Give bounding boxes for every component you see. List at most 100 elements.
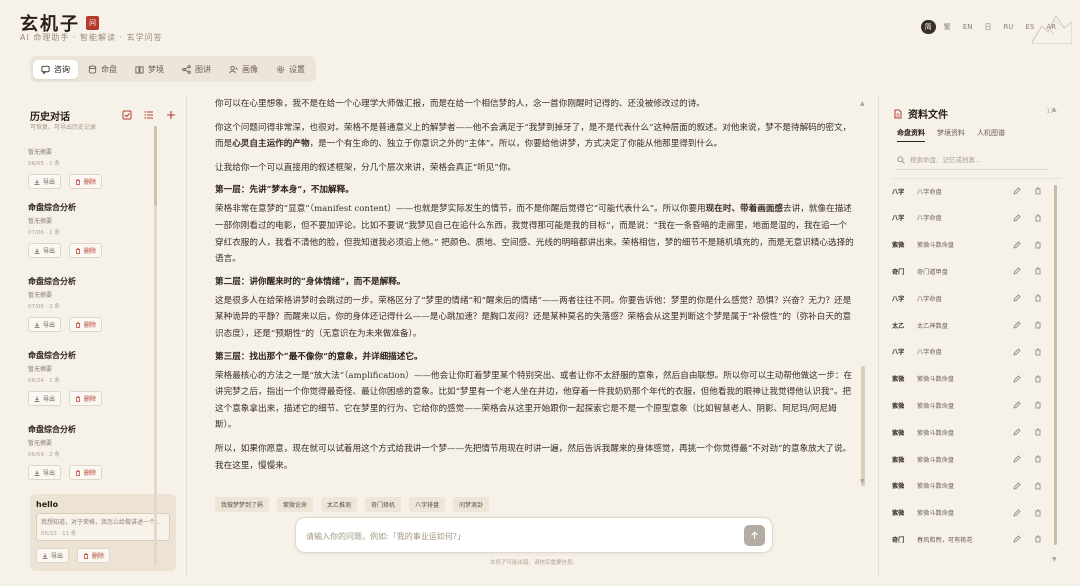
- file-row[interactable]: 紫微 紫微斗数命盘: [892, 395, 1042, 415]
- files-search-input[interactable]: [910, 155, 1040, 164]
- trash-icon[interactable]: [1034, 321, 1042, 329]
- seal-badge: 问: [86, 16, 99, 30]
- lang-ar[interactable]: AR: [1042, 21, 1060, 33]
- chat-scroll-thumb[interactable]: [861, 366, 865, 486]
- edit-pencil-icon[interactable]: [1013, 401, 1021, 409]
- trash-icon[interactable]: [1034, 401, 1042, 409]
- quick-prompt-chip[interactable]: 八字排盘: [409, 497, 446, 512]
- file-row[interactable]: 奇门 春风和煦，可有桃花: [892, 529, 1042, 549]
- tab-relation-graph[interactable]: 人机图谱: [977, 128, 1005, 142]
- export-button[interactable]: 导出: [28, 243, 62, 258]
- file-row[interactable]: 紫微 紫微斗数命盘: [892, 476, 1042, 496]
- edit-pencil-icon[interactable]: [1013, 348, 1021, 356]
- quick-prompt-chip[interactable]: 我做梦梦到了蚂: [215, 497, 270, 512]
- tab-chart-files[interactable]: 命盘资料: [897, 128, 925, 142]
- lang-zh-hans[interactable]: 简: [920, 20, 936, 34]
- file-row[interactable]: 奇门 奇门遁甲盘: [892, 261, 1042, 281]
- tab-portrait[interactable]: 画像: [221, 60, 266, 79]
- lang-ja[interactable]: 日: [980, 20, 995, 34]
- trash-icon[interactable]: [1034, 482, 1042, 490]
- export-button[interactable]: 导出: [36, 548, 70, 563]
- edit-pencil-icon[interactable]: [1013, 482, 1021, 490]
- chat-input[interactable]: [306, 527, 736, 545]
- checkbox-select-icon[interactable]: [122, 110, 132, 120]
- quick-prompt-chip[interactable]: 太乙推测: [321, 497, 358, 512]
- tab-settings[interactable]: 设置: [268, 60, 313, 79]
- delete-button[interactable]: 删除: [69, 243, 103, 258]
- export-button[interactable]: 导出: [28, 465, 62, 480]
- lang-zh-hant[interactable]: 繁: [940, 20, 955, 34]
- file-row[interactable]: 紫微 紫微斗数命盘: [892, 422, 1042, 442]
- history-item[interactable]: 命盘综合分析 暂无摘要 06/09 · 2 条 导出 删除: [28, 424, 172, 480]
- tab-dream[interactable]: 梦境: [127, 60, 172, 79]
- history-item[interactable]: 命盘综合分析 暂无摘要 07/06 · 1 条 导出 删除: [28, 202, 172, 258]
- edit-pencil-icon[interactable]: [1013, 214, 1021, 222]
- history-item[interactable]: 暂无摘要 06/05 · 1 条 导出 删除: [28, 144, 172, 189]
- send-button[interactable]: [744, 525, 765, 546]
- file-row[interactable]: 紫微 紫微斗数命盘: [892, 235, 1042, 255]
- trash-icon[interactable]: [1034, 509, 1042, 517]
- export-button[interactable]: 导出: [28, 317, 62, 332]
- edit-pencil-icon[interactable]: [1013, 321, 1021, 329]
- file-row[interactable]: 八字 八字命盘: [892, 208, 1042, 228]
- edit-pencil-icon[interactable]: [1013, 509, 1021, 517]
- history-scroll-thumb[interactable]: [154, 126, 157, 206]
- edit-pencil-icon[interactable]: [1013, 428, 1021, 436]
- edit-pencil-icon[interactable]: [1013, 241, 1021, 249]
- trash-icon[interactable]: [1034, 455, 1042, 463]
- file-row[interactable]: 紫微 紫微斗数命盘: [892, 503, 1042, 523]
- scroll-down-arrow-icon[interactable]: ▼: [1052, 556, 1057, 563]
- tab-graph[interactable]: 图讲: [174, 60, 219, 79]
- tab-consult[interactable]: 咨询: [33, 59, 78, 79]
- list-icon[interactable]: [144, 110, 154, 120]
- delete-button[interactable]: 删除: [69, 174, 103, 189]
- edit-pencil-icon[interactable]: [1013, 267, 1021, 275]
- file-row[interactable]: 紫微 紫微斗数命盘: [892, 369, 1042, 389]
- delete-button[interactable]: 删除: [69, 391, 103, 406]
- trash-icon[interactable]: [1034, 294, 1042, 302]
- file-row[interactable]: 八字 八字命盘: [892, 181, 1042, 201]
- scroll-up-arrow-icon[interactable]: ▲: [860, 100, 865, 107]
- quick-prompt-chip[interactable]: 紫微论命: [277, 497, 314, 512]
- export-button[interactable]: 导出: [28, 391, 62, 406]
- trash-icon[interactable]: [1034, 187, 1042, 195]
- scroll-up-arrow-icon[interactable]: ▲: [1052, 106, 1057, 113]
- trash-icon: [84, 552, 89, 559]
- language-switcher: 简 繁 EN 日 RU ES AR: [920, 20, 1060, 34]
- lang-es[interactable]: ES: [1021, 21, 1038, 33]
- file-row[interactable]: 紫微 紫微斗数命盘: [892, 449, 1042, 469]
- trash-icon[interactable]: [1034, 535, 1042, 543]
- export-button[interactable]: 导出: [28, 174, 62, 189]
- quick-prompt-chip[interactable]: 问梦测卦: [453, 497, 490, 512]
- tab-dream-files[interactable]: 梦境资料: [937, 128, 965, 142]
- edit-pencil-icon[interactable]: [1013, 535, 1021, 543]
- edit-pencil-icon[interactable]: [1013, 187, 1021, 195]
- file-row[interactable]: 八字 八字命盘: [892, 288, 1042, 308]
- files-scroll-thumb[interactable]: [1054, 185, 1057, 545]
- file-row[interactable]: 太乙 太乙神数盘: [892, 315, 1042, 335]
- add-icon[interactable]: [166, 110, 176, 120]
- history-item[interactable]: 命盘综合分析 暂无摘要 06/24 · 1 条 导出 删除: [28, 350, 172, 406]
- trash-icon[interactable]: [1034, 348, 1042, 356]
- file-name: 八字命盘: [917, 295, 942, 303]
- quick-prompt-chip[interactable]: 奇门择机: [365, 497, 402, 512]
- scroll-down-arrow-icon[interactable]: ▼: [860, 478, 865, 485]
- edit-pencil-icon[interactable]: [1013, 294, 1021, 302]
- trash-icon: [76, 321, 81, 328]
- delete-button[interactable]: 删除: [77, 548, 111, 563]
- delete-button[interactable]: 删除: [69, 465, 103, 480]
- file-row[interactable]: 八字 八字命盘: [892, 342, 1042, 362]
- lang-ru[interactable]: RU: [999, 21, 1017, 33]
- trash-icon[interactable]: [1034, 375, 1042, 383]
- trash-icon[interactable]: [1034, 241, 1042, 249]
- trash-icon[interactable]: [1034, 267, 1042, 275]
- download-icon: [34, 179, 40, 185]
- history-item[interactable]: 命盘综合分析 暂无摘要 07/06 · 2 条 导出 删除: [28, 276, 172, 332]
- delete-button[interactable]: 删除: [69, 317, 103, 332]
- edit-pencil-icon[interactable]: [1013, 375, 1021, 383]
- edit-pencil-icon[interactable]: [1013, 455, 1021, 463]
- trash-icon[interactable]: [1034, 428, 1042, 436]
- trash-icon[interactable]: [1034, 214, 1042, 222]
- lang-en[interactable]: EN: [959, 21, 977, 33]
- tab-chart[interactable]: 命盘: [80, 60, 125, 79]
